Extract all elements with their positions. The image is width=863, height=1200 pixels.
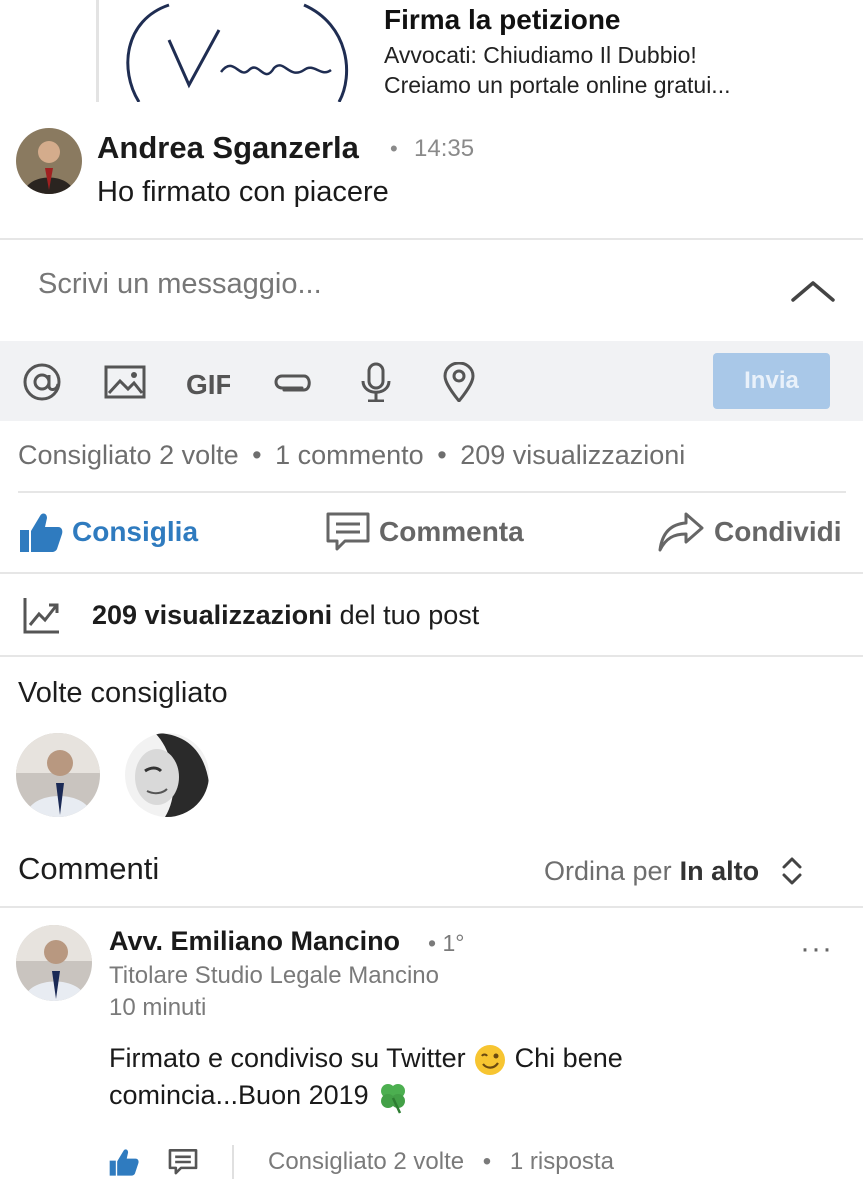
divider xyxy=(0,655,863,657)
commenter-name[interactable]: Avv. Emiliano Mancino xyxy=(109,926,400,957)
comment-text-part: comincia...Buon 2019 xyxy=(109,1079,369,1110)
sort-chevrons-icon xyxy=(782,857,802,885)
sort-selector[interactable]: Ordina per In alto xyxy=(544,855,803,887)
separator-dot: • xyxy=(390,136,398,161)
reply-icon[interactable] xyxy=(168,1148,198,1176)
thumbs-up-icon[interactable] xyxy=(108,1147,140,1177)
sort-prefix: Ordina per xyxy=(544,855,672,886)
view-count[interactable]: 209 visualizzazioni xyxy=(460,440,685,470)
like-label: Consiglia xyxy=(72,516,199,547)
post-analytics-row[interactable]: 209 visualizzazioni del tuo post xyxy=(22,595,479,635)
connection-degree: • 1° xyxy=(428,930,465,956)
analytics-suffix: del tuo post xyxy=(339,599,480,630)
comment-label: Commenta xyxy=(379,516,524,547)
message-text: Ho firmato con piacere xyxy=(97,176,389,208)
voltaire-logo xyxy=(126,3,349,102)
commenter-headline: Titolare Studio Legale Mancino xyxy=(109,962,439,989)
four-leaf-clover-icon xyxy=(381,1083,406,1114)
liker-avatar[interactable] xyxy=(125,733,209,817)
sender-avatar[interactable] xyxy=(16,128,82,194)
like-button[interactable]: Consiglia xyxy=(18,502,198,562)
divider xyxy=(0,906,863,908)
comments-title: Commenti xyxy=(18,851,160,886)
recommend-count[interactable]: Consigliato 2 volte xyxy=(18,440,239,470)
message-time: 14:35 xyxy=(414,135,475,162)
separator-dot: • xyxy=(252,440,262,470)
comment-count[interactable]: 1 commento xyxy=(275,440,424,470)
image-icon[interactable] xyxy=(103,362,147,402)
analytics-count: 209 visualizzazioni xyxy=(92,599,333,630)
analytics-text: 209 visualizzazioni del tuo post xyxy=(92,600,479,631)
share-label: Condividi xyxy=(714,516,842,547)
comment-text-part: Firmato e condiviso su Twitter xyxy=(109,1043,466,1073)
petition-title[interactable]: Firma la petizione xyxy=(384,4,621,36)
divider xyxy=(18,491,846,493)
gif-icon[interactable]: GIF xyxy=(186,362,230,402)
message-input[interactable] xyxy=(38,268,738,301)
divider xyxy=(0,572,863,574)
reply-count[interactable]: 1 risposta xyxy=(510,1148,614,1175)
divider xyxy=(232,1145,234,1179)
comment-time: 10 minuti xyxy=(109,994,207,1021)
sender-name[interactable]: Andrea Sganzerla xyxy=(97,130,359,166)
comment-actions: Consigliato 2 volte • 1 risposta xyxy=(108,1145,614,1179)
share-icon xyxy=(658,512,704,552)
thumbs-up-icon xyxy=(20,513,63,552)
location-icon[interactable] xyxy=(437,362,481,402)
microphone-icon[interactable] xyxy=(354,362,398,402)
petition-desc-line1: Avvocati: Chiudiamo Il Dubbio! xyxy=(384,42,697,68)
send-button[interactable]: Invia xyxy=(713,353,830,409)
analytics-chart-icon xyxy=(23,598,59,634)
more-options-icon[interactable]: ··· xyxy=(800,932,833,966)
petition-description[interactable]: Avvocati: Chiudiamo Il Dubbio! Creiamo u… xyxy=(384,40,844,100)
comment-stats: Consigliato 2 volte • 1 risposta xyxy=(268,1148,614,1176)
comment-recommend-count[interactable]: Consigliato 2 volte xyxy=(268,1148,464,1175)
commenter-avatar[interactable] xyxy=(16,925,92,1001)
at-icon[interactable] xyxy=(20,362,64,402)
comment-text-part: Chi bene xyxy=(514,1043,623,1073)
divider xyxy=(0,238,863,240)
attachment-icon[interactable] xyxy=(270,362,314,402)
separator-dot: • xyxy=(482,1148,492,1175)
liker-avatar[interactable] xyxy=(16,733,100,817)
separator-dot: • xyxy=(437,440,447,470)
comment-button[interactable]: Commenta xyxy=(325,502,524,562)
share-button[interactable]: Condividi xyxy=(656,502,842,562)
petition-desc-line2: Creiamo un portale online gratui... xyxy=(384,72,731,98)
chevron-up-icon[interactable] xyxy=(790,278,836,304)
post-stats: Consigliato 2 volte • 1 commento • 209 v… xyxy=(18,440,685,471)
sort-value: In alto xyxy=(679,855,760,886)
winking-face-icon xyxy=(475,1044,506,1075)
comment-icon xyxy=(326,512,370,551)
svg-text:GIF: GIF xyxy=(186,369,230,400)
petition-thumbnail[interactable] xyxy=(96,0,361,102)
likes-title: Volte consigliato xyxy=(18,677,228,709)
comment-text: Firmato e condiviso su Twitter Chi bene … xyxy=(109,1040,809,1114)
